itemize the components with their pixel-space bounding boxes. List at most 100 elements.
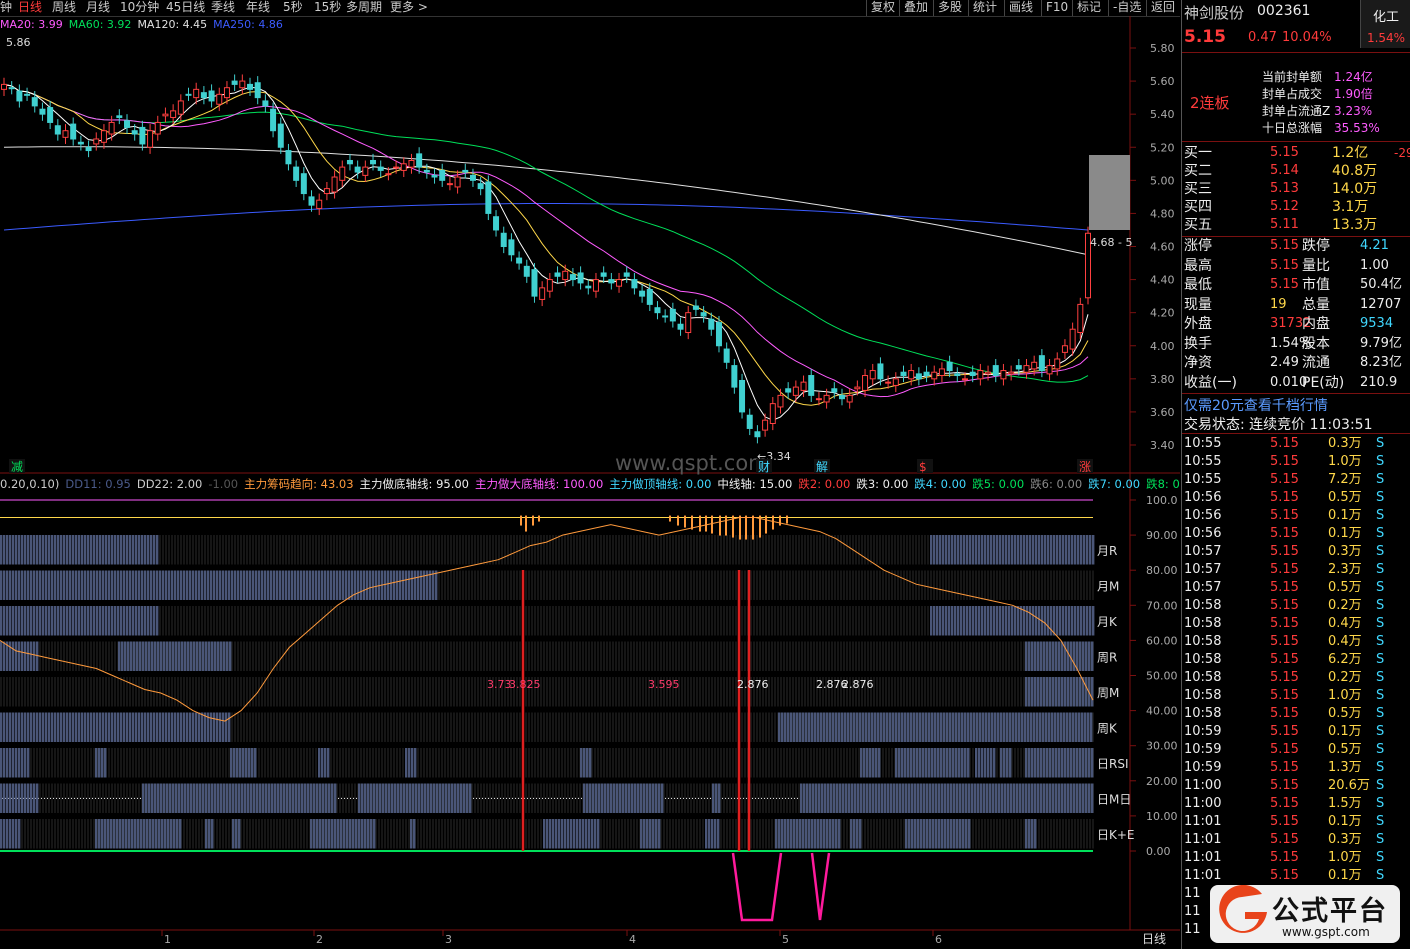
band-stripe [783,677,785,707]
band-stripe [771,712,773,742]
band-stripe [369,606,371,636]
band-stripe [486,570,488,600]
industry-badge[interactable]: 化工 1.54% [1360,0,1410,48]
candle-body [862,375,869,391]
band-fill [220,783,223,813]
candle-body [685,312,692,334]
band-stripe [333,712,335,742]
band-fill [1038,606,1041,636]
band-stripe [285,641,287,671]
band-stripe [261,748,263,778]
band-fill [36,606,39,636]
band-fill [90,570,93,600]
band-stripe [129,748,131,778]
candle-body [585,285,592,289]
candle-body [1077,303,1084,334]
stock-code: 002361 [1257,3,1311,19]
band-fill [95,819,98,849]
band-stripe [414,677,416,707]
band-fill [210,712,213,742]
band-stripe [291,535,293,565]
band-fill [141,535,144,565]
band-fill [246,570,249,600]
band-stripe [90,677,92,707]
band-fill [823,712,826,742]
band-fill [36,535,39,565]
band-fill [261,570,264,600]
cell: 市值 [1302,277,1330,293]
band-stripe [579,606,581,636]
band-stripe [687,677,689,707]
band-stripe [564,606,566,636]
band-stripe [498,783,500,813]
band-fill [595,783,598,813]
band-fill [99,570,102,600]
band-stripe [216,606,218,636]
band-stripe [777,677,779,707]
band-fill [177,712,180,742]
ma-legend-item: MA120: 4.45 [137,18,208,31]
band-fill [944,819,947,849]
band-fill [122,819,125,849]
band-fill [967,712,970,742]
band-fill [39,712,42,742]
band-fill [1028,677,1031,707]
band-stripe [690,819,692,849]
band-stripe [147,677,149,707]
band-fill [117,712,120,742]
band-fill [384,570,387,600]
band-stripe [891,570,893,600]
band-stripe [663,606,665,636]
band-stripe [192,535,194,565]
band-stripe [852,570,854,600]
band-fill [121,641,124,671]
band-fill [178,641,181,671]
band-fill [619,783,622,813]
band-stripe [390,819,392,849]
band-stripe [6,677,8,707]
band-stripe [33,819,35,849]
band-stripe [489,641,491,671]
band-stripe [117,783,119,813]
band-stripe [603,606,605,636]
band-fill [963,606,966,636]
band-stripe [723,677,725,707]
band-stripe [360,641,362,671]
candle-body [985,371,992,375]
promo-link[interactable]: 仅需20元查看千档行情 [1184,395,1328,415]
band-stripe [714,712,716,742]
band-fill [1029,535,1032,565]
stock-chart[interactable]: 5.805.605.405.205.004.804.604.404.204.00… [0,0,1180,949]
band-fill [205,783,208,813]
band-stripe [246,677,248,707]
band-stripe [930,677,932,707]
band-stripe [990,570,992,600]
band-stripe [378,535,380,565]
band-stripe [492,748,494,778]
band-stripe [327,712,329,742]
band-stripe [207,606,209,636]
band-fill [361,819,364,849]
band-fill [3,570,6,600]
band-stripe [891,677,893,707]
band-stripe [561,677,563,707]
band-stripe [339,748,341,778]
band-fill [57,712,60,742]
band-fill [827,783,830,813]
band-fill [866,783,869,813]
band-stripe [744,819,746,849]
candle-body [539,287,546,300]
band-stripe [774,712,776,742]
band-fill [331,783,334,813]
band-fill [830,783,833,813]
band-stripe [495,570,497,600]
band-stripe [729,641,731,671]
band-fill [982,712,985,742]
band-stripe [498,570,500,600]
band-stripe [195,535,197,565]
band-stripe [252,819,254,849]
band-stripe [771,748,773,778]
cell: 40.8万 [1332,163,1378,179]
band-stripe [477,748,479,778]
band-stripe [117,677,119,707]
